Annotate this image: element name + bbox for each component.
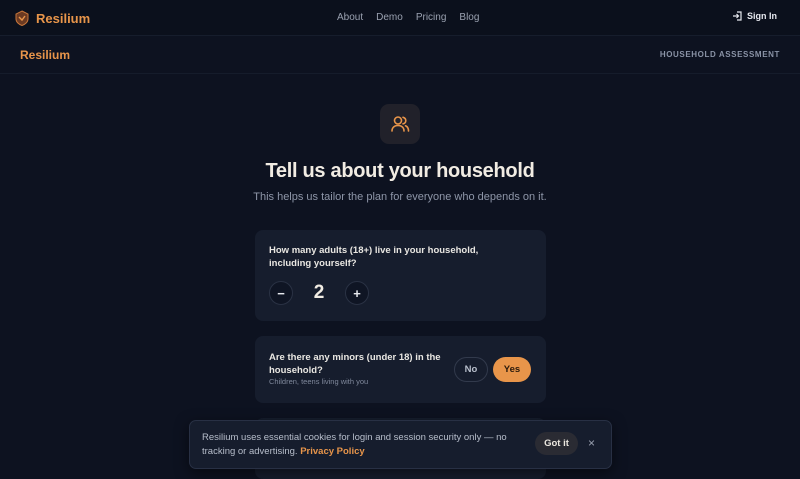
adults-stepper: − 2 +: [269, 281, 369, 305]
nav-links: About Demo Pricing Blog: [337, 12, 479, 23]
sign-in-label: Sign In: [747, 11, 777, 21]
privacy-policy-link[interactable]: Privacy Policy: [300, 446, 364, 457]
close-icon[interactable]: ×: [588, 436, 595, 450]
adults-question: How many adults (18+) live in your house…: [269, 245, 479, 269]
minors-hint: Children, teens living with you: [269, 377, 369, 386]
sign-in-icon: [733, 11, 742, 21]
brand-home-link[interactable]: Resilium: [13, 9, 90, 27]
minors-question: Are there any minors (under 18) in the h…: [269, 352, 441, 376]
brand-logo-icon: [15, 10, 29, 27]
page-subtitle: This helps us tailor the plan for everyo…: [253, 191, 547, 203]
sign-in-button[interactable]: Sign In: [732, 11, 777, 21]
nav-link-demo[interactable]: Demo: [376, 12, 403, 23]
users-icon: [380, 104, 420, 144]
subheader-label: HOUSEHOLD ASSESSMENT: [659, 50, 780, 59]
no-button[interactable]: No: [454, 357, 488, 382]
page-title: Tell us about your household: [265, 160, 535, 182]
cookie-accept-button[interactable]: Got it: [535, 432, 578, 455]
adults-card: How many adults (18+) live in your house…: [255, 230, 546, 321]
adults-count: 2: [313, 282, 325, 303]
nav-link-blog[interactable]: Blog: [459, 12, 479, 23]
top-nav: Resilium About Demo Pricing Blog Sign In: [0, 0, 800, 36]
yes-button[interactable]: Yes: [493, 357, 531, 382]
decrement-button[interactable]: −: [269, 281, 293, 305]
increment-button[interactable]: +: [345, 281, 369, 305]
nav-link-about[interactable]: About: [337, 12, 363, 23]
nav-link-pricing[interactable]: Pricing: [416, 12, 447, 23]
subheader-brand[interactable]: Resilium: [20, 48, 70, 62]
minors-card: Are there any minors (under 18) in the h…: [255, 336, 546, 403]
cookie-message: Resilium uses essential cookies for logi…: [202, 431, 520, 459]
assessment-header: Resilium HOUSEHOLD ASSESSMENT: [0, 36, 800, 74]
cookie-banner: Resilium uses essential cookies for logi…: [189, 420, 612, 469]
brand-name: Resilium: [36, 10, 91, 26]
